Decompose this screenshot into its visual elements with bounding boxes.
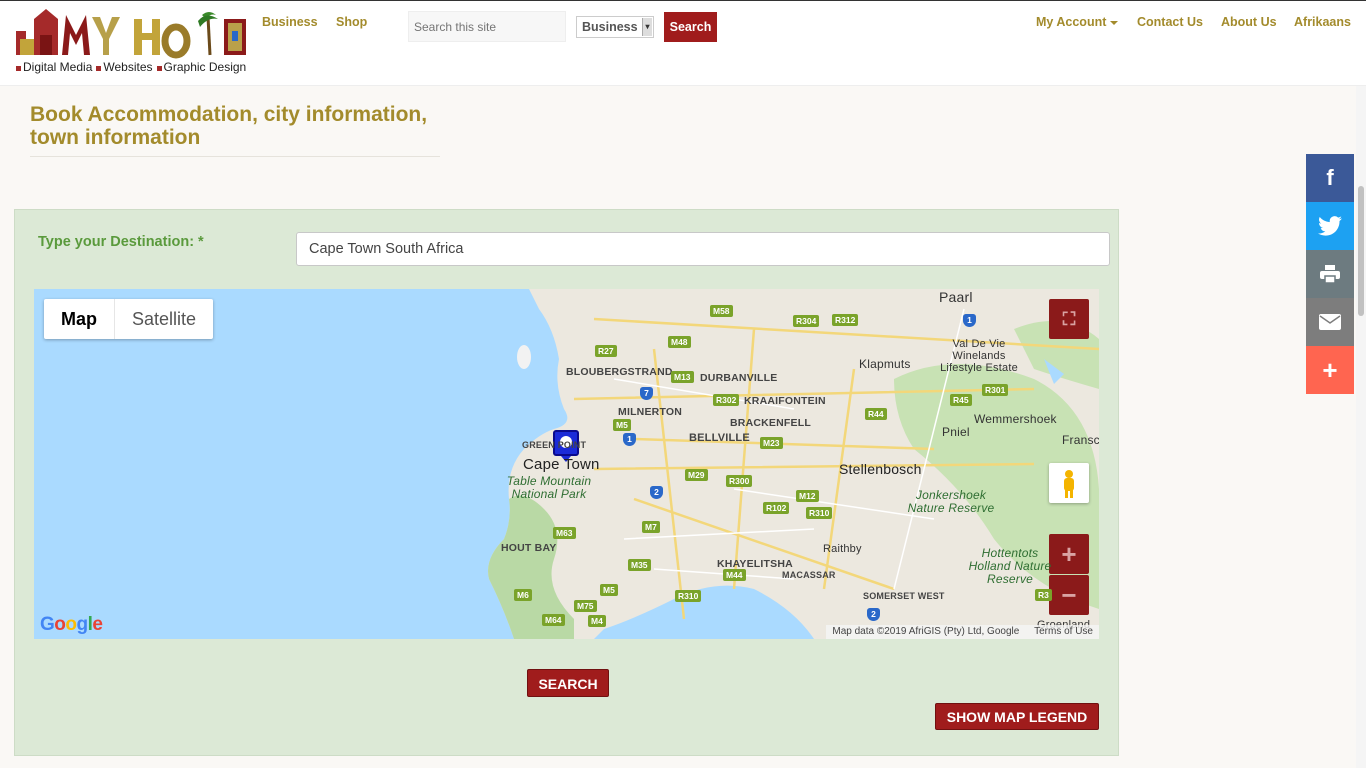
place-label: Raithby bbox=[823, 543, 862, 555]
highway-shield: 1 bbox=[963, 314, 976, 327]
road-shield: R300 bbox=[726, 475, 753, 487]
highway-shield: 7 bbox=[640, 387, 653, 400]
road-shield: M23 bbox=[760, 437, 783, 449]
page-scrollbar[interactable] bbox=[1356, 86, 1366, 768]
google-logo: Google bbox=[40, 614, 103, 635]
title-divider bbox=[30, 156, 440, 157]
highway-shield: 2 bbox=[867, 608, 880, 621]
nav-my-account-label: My Account bbox=[1036, 15, 1107, 29]
road-shield: R302 bbox=[713, 394, 740, 406]
scrollbar-thumb[interactable] bbox=[1358, 186, 1364, 316]
place-label: Fransc bbox=[1062, 433, 1099, 447]
fullscreen-icon[interactable]: ⛶ bbox=[1049, 299, 1089, 339]
more-share-icon[interactable]: + bbox=[1306, 346, 1354, 394]
road-shield: M13 bbox=[671, 371, 694, 383]
road-shield: M12 bbox=[796, 490, 819, 502]
place-label: Val De Vie Winelands Lifestyle Estate bbox=[940, 338, 1018, 374]
twitter-icon[interactable] bbox=[1306, 202, 1354, 250]
place-label: MACASSAR bbox=[782, 570, 836, 580]
road-shield: M7 bbox=[642, 521, 660, 533]
place-label: BLOUBERGSTRAND bbox=[566, 366, 673, 378]
road-shield: M35 bbox=[628, 559, 651, 571]
site-search-input[interactable] bbox=[408, 11, 566, 42]
road-shield: R45 bbox=[950, 394, 972, 406]
road-shield: R312 bbox=[832, 314, 859, 326]
place-label: Klapmuts bbox=[859, 357, 911, 371]
terms-of-use-link[interactable]: Terms of Use bbox=[1034, 626, 1093, 637]
road-shield: M63 bbox=[553, 527, 576, 539]
site-search-button[interactable]: Search bbox=[664, 12, 717, 42]
road-shield: M6 bbox=[514, 589, 532, 601]
road-shield: R301 bbox=[982, 384, 1009, 396]
pegman-icon bbox=[1064, 470, 1074, 498]
road-shield: M44 bbox=[723, 569, 746, 581]
road-shield: M4 bbox=[588, 615, 606, 627]
highway-shield: 2 bbox=[650, 486, 663, 499]
street-view-pegman-icon[interactable] bbox=[1049, 463, 1089, 503]
nav-language-afrikaans[interactable]: Afrikaans bbox=[1294, 15, 1351, 29]
email-icon[interactable] bbox=[1306, 298, 1354, 346]
highway-shield: 1 bbox=[623, 433, 636, 446]
road-shield: M29 bbox=[685, 469, 708, 481]
place-label: GREEN POINT bbox=[522, 440, 587, 450]
select-caret-icon: ▾ bbox=[642, 18, 652, 36]
road-shield: M5 bbox=[600, 584, 618, 596]
road-shield: M5 bbox=[613, 419, 631, 431]
show-map-legend-button[interactable]: SHOW MAP LEGEND bbox=[935, 703, 1099, 730]
map-data-credit: Map data ©2019 AfriGIS (Pty) Ltd, Google bbox=[832, 626, 1020, 637]
road-shield: R304 bbox=[793, 315, 820, 327]
page-title: Book Accommodation, city information, to… bbox=[30, 103, 428, 149]
map-attribution: Map data ©2019 AfriGIS (Pty) Ltd, Google… bbox=[826, 625, 1099, 639]
envelope-icon bbox=[1319, 314, 1341, 330]
place-label: BRACKENFELL bbox=[730, 417, 811, 429]
road-shield: M48 bbox=[668, 336, 691, 348]
map-type-satellite[interactable]: Satellite bbox=[115, 299, 213, 339]
destination-label: Type your Destination: * bbox=[38, 234, 204, 250]
place-label: Paarl bbox=[939, 289, 973, 305]
road-shield: R3 bbox=[1035, 589, 1052, 601]
printer-icon bbox=[1320, 265, 1340, 284]
place-label: BELLVILLE bbox=[689, 432, 750, 444]
place-label: Jonkershoek Nature Reserve bbox=[907, 488, 995, 515]
destination-input[interactable] bbox=[296, 232, 1110, 266]
place-label: DURBANVILLE bbox=[700, 372, 778, 384]
place-label: Cape Town bbox=[523, 456, 600, 473]
road-shield: R310 bbox=[675, 590, 702, 602]
place-label: Wemmershoek bbox=[974, 412, 1057, 426]
road-shield: M64 bbox=[542, 614, 565, 626]
nav-business[interactable]: Business bbox=[262, 15, 318, 29]
nav-my-account[interactable]: My Account bbox=[1036, 15, 1119, 29]
place-label: HOUT BAY bbox=[501, 542, 557, 554]
search-button[interactable]: SEARCH bbox=[527, 669, 609, 697]
nav-shop[interactable]: Shop bbox=[336, 15, 367, 29]
facebook-icon[interactable]: f bbox=[1306, 154, 1354, 202]
road-shield: R102 bbox=[763, 502, 790, 514]
road-shield: R27 bbox=[595, 345, 617, 357]
place-label: MILNERTON bbox=[618, 406, 683, 418]
map-type-control: Map Satellite bbox=[44, 299, 214, 339]
place-label: Table Mountain National Park bbox=[506, 474, 592, 501]
logo-tagline: Digital Media Websites Graphic Design bbox=[16, 60, 246, 74]
road-shield: M75 bbox=[574, 600, 597, 612]
site-header: Digital Media Websites Graphic Design Bu… bbox=[0, 0, 1366, 86]
search-category-select[interactable]: Business ▾ bbox=[576, 16, 654, 38]
print-icon[interactable] bbox=[1306, 250, 1354, 298]
map-type-map[interactable]: Map bbox=[44, 299, 115, 339]
nav-contact-us[interactable]: Contact Us bbox=[1137, 15, 1203, 29]
zoom-in-icon[interactable]: + bbox=[1049, 534, 1089, 574]
zoom-out-icon[interactable]: − bbox=[1049, 575, 1089, 615]
road-shield: R310 bbox=[806, 507, 833, 519]
place-label: Hottentots Holland Nature Reserve bbox=[968, 546, 1052, 586]
place-label: Pniel bbox=[942, 425, 970, 439]
road-shield: M58 bbox=[710, 305, 733, 317]
nav-about-us[interactable]: About Us bbox=[1221, 15, 1277, 29]
road-shield: R44 bbox=[865, 408, 887, 420]
place-label: SOMERSET WEST bbox=[863, 591, 945, 601]
place-label: KRAAIFONTEIN bbox=[744, 395, 826, 407]
chevron-down-icon bbox=[1110, 20, 1119, 25]
google-map[interactable]: Map Satellite ⛶ + − Paarl Cape Town Stel… bbox=[34, 289, 1099, 639]
place-label: Stellenbosch bbox=[839, 461, 922, 477]
twitter-bird-icon bbox=[1318, 216, 1342, 236]
search-category-value: Business bbox=[582, 20, 638, 34]
